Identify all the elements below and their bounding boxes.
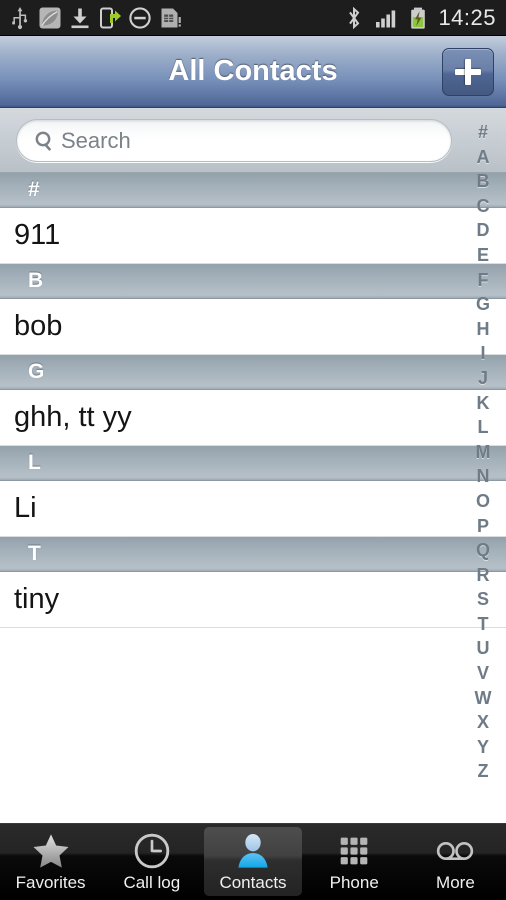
status-bar-right-icons: 14:25: [342, 5, 506, 31]
bluetooth-icon: [349, 6, 360, 29]
alphabet-index-letter[interactable]: S: [477, 587, 489, 612]
alphabet-index-letter[interactable]: A: [477, 145, 490, 170]
alphabet-index-letter[interactable]: U: [477, 636, 490, 661]
alphabet-index-scrubber[interactable]: # A B C D E F G H I J K L M N O P Q R S T U V W X Y Z: [460, 112, 506, 812]
search-placeholder: Search: [61, 127, 131, 153]
plus-icon-vertical: [465, 59, 471, 85]
contact-name: tiny: [14, 583, 60, 615]
contacts-list[interactable]: #911 Bbob Gghh, tt yy L Li Ttiny: [0, 173, 506, 823]
section-header-label: G: [28, 360, 45, 383]
section-header-label: L: [28, 451, 41, 474]
bottom-tab-bar: Favorites Call log Contacts Phone More: [0, 823, 506, 900]
page-title: All Contacts: [168, 55, 338, 87]
contact-name: 911: [14, 219, 61, 251]
section-header: #: [0, 173, 506, 208]
alphabet-index-letter[interactable]: Y: [477, 735, 489, 760]
keypad-icon: [334, 831, 374, 871]
sim-card-icon: [161, 8, 181, 27]
alphabet-index-letter[interactable]: M: [476, 440, 491, 465]
search-bar-container: Search: [0, 108, 506, 173]
person-icon: [233, 831, 273, 871]
contact-list-item[interactable]: tiny: [0, 572, 506, 628]
status-bar-left-icons: [0, 6, 182, 30]
battery-charging-icon: [411, 7, 426, 29]
signal-bars-icon: [376, 10, 396, 27]
alphabet-index-letter[interactable]: I: [480, 341, 485, 366]
status-bar-clock: 14:25: [438, 4, 496, 30]
contact-list-item[interactable]: ghh, tt yy: [0, 390, 506, 446]
alphabet-index-letter[interactable]: F: [478, 268, 489, 293]
alphabet-index-letter[interactable]: V: [477, 661, 489, 686]
alphabet-index-letter[interactable]: D: [477, 218, 490, 243]
clock-icon: [132, 831, 172, 871]
tab-label: Contacts: [219, 872, 287, 892]
add-contact-button[interactable]: [442, 48, 494, 96]
download-icon: [71, 8, 89, 28]
section-header-label: B: [28, 269, 44, 292]
tab-favorites[interactable]: Favorites: [2, 827, 99, 896]
section-header: B: [0, 264, 506, 299]
alphabet-index-letter[interactable]: P: [477, 514, 489, 539]
contact-list-item[interactable]: bob: [0, 299, 506, 355]
tab-contacts[interactable]: Contacts: [204, 827, 302, 896]
alphabet-index-letter[interactable]: X: [477, 710, 489, 735]
usb-icon: [12, 6, 28, 29]
alphabet-index-letter[interactable]: E: [477, 243, 489, 268]
leaf-icon: [39, 7, 61, 28]
tab-call-log[interactable]: Call log: [103, 827, 200, 896]
alphabet-index-letter[interactable]: K: [477, 391, 490, 416]
voicemail-icon: [435, 831, 475, 871]
alphabet-index-letter[interactable]: O: [476, 489, 490, 514]
do-not-disturb-icon: [129, 6, 151, 29]
section-header: T: [0, 537, 506, 572]
alphabet-index-letter[interactable]: G: [476, 292, 490, 317]
tab-phone[interactable]: Phone: [306, 827, 403, 896]
alphabet-index-letter[interactable]: Z: [478, 759, 489, 784]
contact-name: Li: [14, 492, 37, 524]
contact-name: bob: [14, 310, 63, 342]
alphabet-index-letter[interactable]: C: [477, 194, 490, 219]
tab-label: Call log: [123, 872, 181, 892]
phone-transfer-icon: [100, 7, 121, 28]
alphabet-index-letter[interactable]: R: [477, 563, 490, 588]
alphabet-index-letter[interactable]: Q: [476, 538, 490, 563]
section-header: L: [0, 446, 506, 481]
alphabet-index-letter[interactable]: T: [478, 612, 489, 637]
tab-label: More: [436, 872, 475, 892]
section-header-label: #: [28, 178, 40, 201]
search-icon: [35, 131, 51, 151]
alphabet-index-letter[interactable]: N: [477, 464, 490, 489]
section-header-label: T: [28, 542, 41, 565]
section-header: G: [0, 355, 506, 390]
contact-list-item[interactable]: 911: [0, 208, 506, 264]
alphabet-index-letter[interactable]: L: [478, 415, 489, 440]
tab-more[interactable]: More: [407, 827, 504, 896]
alphabet-index-letter[interactable]: B: [477, 169, 490, 194]
contact-name: ghh, tt yy: [14, 401, 132, 433]
star-icon: [31, 831, 71, 871]
alphabet-index-letter[interactable]: #: [478, 120, 488, 145]
alphabet-index-letter[interactable]: J: [478, 366, 488, 391]
alphabet-index-letter[interactable]: W: [475, 686, 492, 711]
contact-list-item[interactable]: Li: [0, 481, 506, 537]
tab-label: Favorites: [15, 872, 86, 892]
title-bar: All Contacts: [0, 36, 506, 108]
phone-screen: 14:25 All Contacts Search #911 Bbob Gghh, …: [0, 0, 506, 900]
status-bar: 14:25: [0, 0, 506, 36]
tab-label: Phone: [329, 872, 379, 892]
search-input[interactable]: Search: [16, 119, 452, 162]
alphabet-index-letter[interactable]: H: [477, 317, 490, 342]
